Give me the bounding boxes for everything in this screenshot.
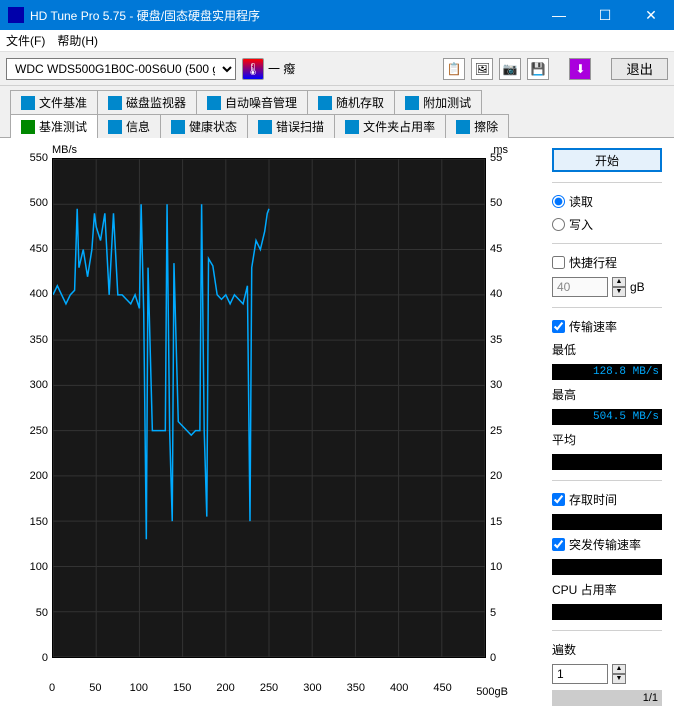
- tab-random-access-label: 随机存取: [336, 94, 384, 111]
- passes-value[interactable]: [552, 664, 608, 684]
- short-stroke-value[interactable]: [552, 277, 608, 297]
- stroke-unit: gB: [630, 280, 645, 294]
- tab-folder-usage-icon: [345, 120, 359, 134]
- x-axis: 050100150200250300350400450: [52, 682, 486, 698]
- menu-file[interactable]: 文件(F): [6, 32, 45, 49]
- app-icon: [8, 7, 24, 23]
- temperature-value: 一 癈: [268, 60, 295, 77]
- tabs-container: 文件基准 磁盘监视器 自动噪音管理 随机存取 附加测试 基准测试 信息 健康状态 错误扫描 文件…: [0, 86, 674, 138]
- content-area: MB/s ms 05010015020025030035040045050055…: [0, 137, 674, 720]
- tab-error-scan[interactable]: 错误扫描: [247, 114, 335, 138]
- tab-random-access[interactable]: 随机存取: [307, 90, 395, 114]
- tab-error-scan-label: 错误扫描: [276, 118, 324, 135]
- close-button[interactable]: ✕: [628, 0, 674, 30]
- short-stroke-checkbox[interactable]: 快捷行程: [552, 254, 662, 271]
- tab-disk-monitor-icon: [108, 96, 122, 110]
- burst-rate-checkbox[interactable]: 突发传输速率: [552, 536, 662, 553]
- max-label: 最高: [552, 386, 662, 403]
- drive-select[interactable]: WDC WDS500G1B0C-00S6U0 (500 gB): [6, 58, 236, 80]
- tab-disk-monitor-label: 磁盘监视器: [126, 94, 186, 111]
- avg-value: [552, 454, 662, 470]
- access-time-checkbox[interactable]: 存取时间: [552, 491, 662, 508]
- tab-aam-label: 自动噪音管理: [225, 94, 297, 111]
- tab-file-benchmark-label: 文件基准: [39, 94, 87, 111]
- thermometer-icon: 🌡: [242, 58, 264, 80]
- tab-info[interactable]: 信息: [97, 114, 161, 138]
- menu-help[interactable]: 帮助(H): [57, 32, 98, 49]
- toolbar: WDC WDS500G1B0C-00S6U0 (500 gB) 🌡 一 癈 📋 …: [0, 52, 674, 86]
- cpu-value: [552, 604, 662, 620]
- transfer-rate-checkbox[interactable]: 传输速率: [552, 318, 662, 335]
- tab-erase-icon: [456, 120, 470, 134]
- max-value: 504.5 MB/s: [552, 409, 662, 425]
- tab-benchmark-icon: [21, 120, 35, 134]
- title-bar: HD Tune Pro 5.75 - 硬盘/固态硬盘实用程序 — ☐ ✕: [0, 0, 674, 30]
- tab-file-benchmark-icon: [21, 96, 35, 110]
- tab-random-access-icon: [318, 96, 332, 110]
- side-panel: 开始 读取 写入 快捷行程 ▲▼ gB 传输速率 最低 128.8 MB/s 最…: [552, 148, 662, 708]
- minimize-button[interactable]: —: [536, 0, 582, 30]
- tab-file-benchmark[interactable]: 文件基准: [10, 90, 98, 114]
- access-time-value: [552, 514, 662, 530]
- tab-disk-monitor[interactable]: 磁盘监视器: [97, 90, 197, 114]
- window-title: HD Tune Pro 5.75 - 硬盘/固态硬盘实用程序: [30, 7, 536, 24]
- tab-extra-tests-label: 附加测试: [423, 94, 471, 111]
- burst-rate-value: [552, 559, 662, 575]
- tab-info-icon: [108, 120, 122, 134]
- tab-erase[interactable]: 擦除: [445, 114, 509, 138]
- tab-error-scan-icon: [258, 120, 272, 134]
- tab-info-label: 信息: [126, 118, 150, 135]
- menu-bar: 文件(F) 帮助(H): [0, 30, 674, 52]
- min-value: 128.8 MB/s: [552, 364, 662, 380]
- y2-axis: 0510152025303540455055: [488, 148, 512, 668]
- read-radio[interactable]: 读取: [552, 193, 662, 210]
- start-button[interactable]: 开始: [552, 148, 662, 172]
- y-axis: 050100150200250300350400450500550: [12, 148, 50, 668]
- passes-spinner[interactable]: ▲▼: [612, 664, 626, 684]
- tab-folder-usage-label: 文件夹占用率: [363, 118, 435, 135]
- chart-area: MB/s ms 05010015020025030035040045050055…: [12, 148, 538, 708]
- page-indicator: 1/1: [552, 690, 662, 706]
- short-stroke-spinner[interactable]: ▲▼: [612, 277, 626, 297]
- tab-health-icon: [171, 120, 185, 134]
- y-axis-label: MB/s: [52, 144, 77, 156]
- options-icon[interactable]: ⬇: [569, 58, 591, 80]
- camera-icon[interactable]: 📷: [499, 58, 521, 80]
- cpu-label: CPU 占用率: [552, 581, 662, 598]
- tab-health-label: 健康状态: [189, 118, 237, 135]
- tab-aam[interactable]: 自动噪音管理: [196, 90, 308, 114]
- tab-extra-tests[interactable]: 附加测试: [394, 90, 482, 114]
- tab-health[interactable]: 健康状态: [160, 114, 248, 138]
- save-icon[interactable]: 💾: [527, 58, 549, 80]
- tab-folder-usage[interactable]: 文件夹占用率: [334, 114, 446, 138]
- screenshot-icon[interactable]: 🖼: [471, 58, 493, 80]
- passes-label: 遍数: [552, 641, 662, 658]
- write-radio[interactable]: 写入: [552, 216, 662, 233]
- x-axis-end-label: 500gB: [476, 686, 508, 698]
- copy-icon[interactable]: 📋: [443, 58, 465, 80]
- tab-benchmark[interactable]: 基准测试: [10, 114, 98, 138]
- tab-aam-icon: [207, 96, 221, 110]
- exit-button[interactable]: 退出: [611, 58, 668, 80]
- maximize-button[interactable]: ☐: [582, 0, 628, 30]
- avg-label: 平均: [552, 431, 662, 448]
- benchmark-chart: [52, 158, 486, 658]
- tab-benchmark-label: 基准测试: [39, 118, 87, 135]
- min-label: 最低: [552, 341, 662, 358]
- tab-erase-label: 擦除: [474, 118, 498, 135]
- tab-extra-tests-icon: [405, 96, 419, 110]
